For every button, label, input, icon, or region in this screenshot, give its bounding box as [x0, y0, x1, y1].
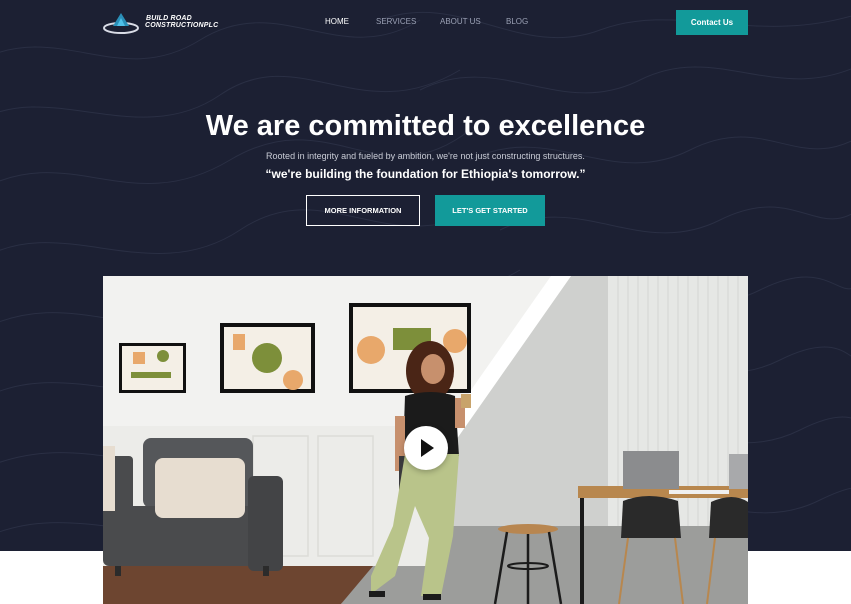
play-icon	[421, 439, 434, 457]
nav-item-home[interactable]: HOME	[325, 16, 349, 28]
contact-us-button[interactable]: Contact Us	[676, 10, 748, 35]
hero-video-panel[interactable]	[103, 276, 748, 604]
hero-quote: “we're building the foundation for Ethio…	[265, 167, 586, 181]
more-information-button[interactable]: MORE INFORMATION	[306, 195, 420, 226]
nav-item-blog[interactable]: BLOG	[506, 16, 528, 28]
nav-item-services[interactable]: SERVICES	[376, 16, 416, 28]
hero-subline: Rooted in integrity and fueled by ambiti…	[266, 151, 585, 161]
nav-item-about-us[interactable]: ABOUT US	[440, 16, 481, 28]
hero-headline: We are committed to excellence	[205, 110, 646, 142]
get-started-button[interactable]: LET'S GET STARTED	[435, 195, 545, 226]
play-video-button[interactable]	[404, 426, 448, 470]
